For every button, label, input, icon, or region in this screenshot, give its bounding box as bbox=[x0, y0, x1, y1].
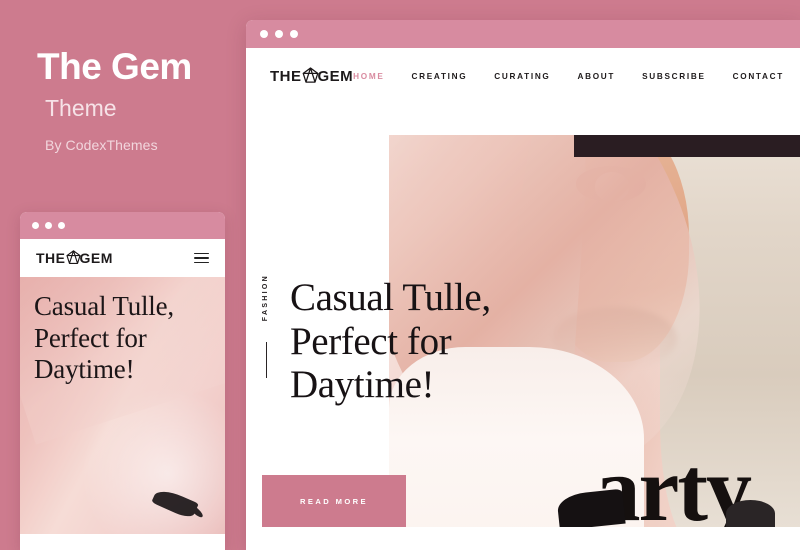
page-title: The Gem bbox=[37, 46, 192, 87]
window-dot-minimize[interactable] bbox=[275, 30, 283, 38]
hero-section: arty FASHION Casual Tulle, Perfect for D… bbox=[246, 104, 800, 550]
nav-item-curating[interactable]: CURATING bbox=[494, 72, 550, 81]
window-dot-minimize[interactable] bbox=[45, 222, 52, 229]
read-more-button[interactable]: READ MORE bbox=[262, 475, 406, 527]
gem-icon bbox=[65, 249, 82, 269]
logo-text-suffix: GEM bbox=[79, 250, 113, 266]
window-dot-close[interactable] bbox=[32, 222, 39, 229]
mobile-hero-headline: Casual Tulle, Perfect for Daytime! bbox=[34, 291, 174, 385]
mobile-preview-window: THE GEM Casual Tulle, Perfect for Daytim… bbox=[20, 212, 225, 550]
nav-item-about[interactable]: ABOUT bbox=[578, 72, 616, 81]
mobile-hero-bottom-strip bbox=[20, 534, 225, 550]
hero-photo-top-bar bbox=[573, 135, 800, 157]
hero-category-rule bbox=[266, 342, 267, 378]
mobile-titlebar bbox=[20, 212, 225, 239]
desktop-preview-window: THE GEM HOME CREATING CURATING ABOUT SUB… bbox=[246, 20, 800, 550]
logo-text-prefix: THE bbox=[36, 250, 66, 266]
window-dot-maximize[interactable] bbox=[58, 222, 65, 229]
desktop-site-header: THE GEM HOME CREATING CURATING ABOUT SUB… bbox=[246, 48, 800, 104]
logo-text-suffix: GEM bbox=[317, 67, 354, 85]
main-navigation: HOME CREATING CURATING ABOUT SUBSCRIBE C… bbox=[353, 69, 800, 83]
hero-category-label: FASHION bbox=[262, 274, 269, 322]
logo-text-prefix: THE bbox=[270, 67, 302, 85]
mobile-hero: Casual Tulle, Perfect for Daytime! bbox=[20, 277, 225, 550]
mobile-site-header: THE GEM bbox=[20, 239, 225, 277]
mobile-site-logo[interactable]: THE GEM bbox=[36, 248, 113, 268]
hamburger-icon[interactable] bbox=[194, 252, 209, 264]
page-subtitle: Theme bbox=[45, 95, 117, 121]
site-logo[interactable]: THE GEM bbox=[270, 65, 353, 88]
nav-item-subscribe[interactable]: SUBSCRIBE bbox=[642, 72, 706, 81]
window-dot-close[interactable] bbox=[260, 30, 268, 38]
nav-item-contact[interactable]: CONTACT bbox=[733, 72, 784, 81]
gem-icon bbox=[301, 66, 320, 89]
nav-item-home[interactable]: HOME bbox=[353, 72, 384, 81]
hero-headline: Casual Tulle, Perfect for Daytime! bbox=[290, 276, 491, 407]
theme-author: By CodexThemes bbox=[45, 137, 158, 153]
read-more-label: READ MORE bbox=[299, 496, 368, 506]
window-dot-maximize[interactable] bbox=[290, 30, 298, 38]
desktop-titlebar bbox=[246, 20, 800, 48]
nav-item-creating[interactable]: CREATING bbox=[412, 72, 468, 81]
